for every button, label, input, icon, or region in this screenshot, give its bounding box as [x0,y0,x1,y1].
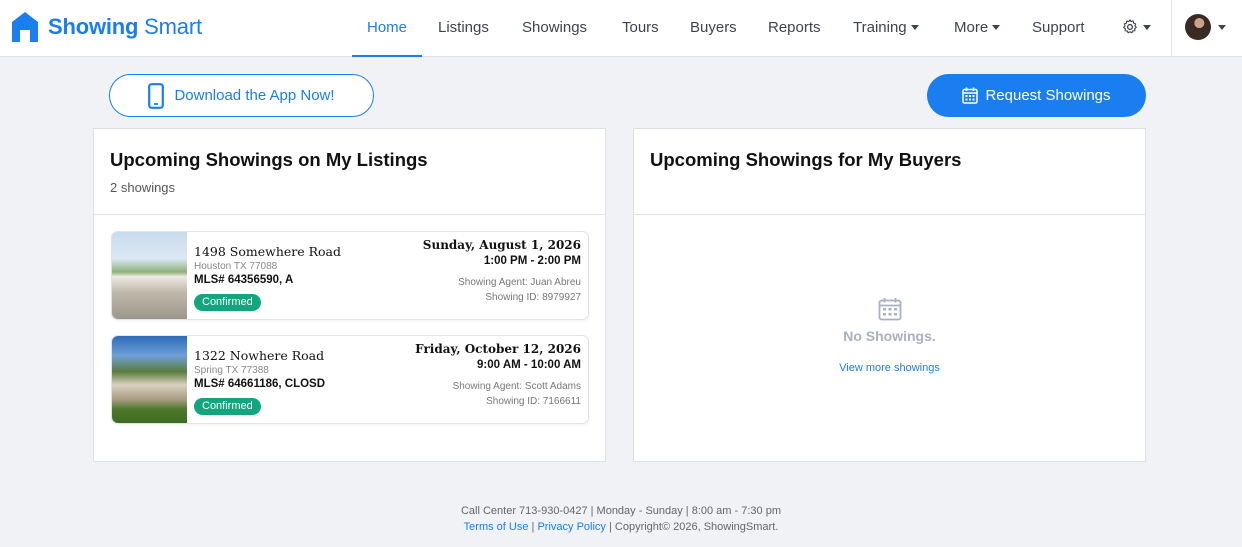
panel-divider [94,214,605,215]
chevron-down-icon [1143,24,1151,30]
mls-number: MLS# 64661186, CLOSD [194,378,326,390]
property-address: 1498 Somewhere Road [194,244,342,259]
property-photo [112,232,187,319]
nav-support-label: Support [1032,19,1085,36]
terms-of-use-link[interactable]: Terms of Use [464,521,529,533]
status-badge: Confirmed [194,398,261,415]
chevron-down-icon [910,24,919,30]
logo[interactable]: Showing Smart [10,10,202,44]
footer-links: Terms of Use | Privacy Policy | Copyrigh… [0,521,1242,533]
property-city: Spring TX 77388 [194,365,269,376]
listings-showings-panel: Upcoming Showings on My Listings 2 showi… [93,128,606,462]
showing-id: Showing ID: 8979927 [485,292,581,303]
privacy-policy-link[interactable]: Privacy Policy [537,521,605,533]
calendar-icon [878,298,902,321]
nav-more[interactable]: More [954,0,1001,57]
property-photo [112,336,187,423]
nav-reports-label: Reports [768,19,821,36]
nav-training-label: Training [853,19,907,36]
showing-time: 9:00 AM - 10:00 AM [477,359,581,371]
nav-tours-label: Tours [622,19,659,36]
showing-agent: Showing Agent: Juan Abreu [458,277,581,288]
nav-more-label: More [954,19,989,36]
request-showings-button[interactable]: Request Showings [927,74,1146,117]
nav-listings[interactable]: Listings [438,0,489,57]
nav-reports[interactable]: Reports [768,0,821,57]
nav-tours[interactable]: Tours [622,0,659,57]
settings-menu[interactable] [1121,0,1151,57]
view-more-showings-link[interactable]: View more showings [634,362,1145,374]
property-address: 1322 Nowhere Road [194,348,325,363]
mls-number: MLS# 64356590, A [194,274,294,286]
showing-date: Sunday, August 1, 2026 [422,238,581,252]
nav-support[interactable]: Support [1032,0,1085,57]
phone-icon [148,82,165,109]
chevron-down-icon [992,24,1001,30]
property-city: Houston TX 77088 [194,261,278,272]
showing-card[interactable]: 1322 Nowhere Road Spring TX 77388 MLS# 6… [111,335,589,424]
gear-icon [1123,19,1137,34]
panel-title: Upcoming Showings on My Listings [110,149,428,170]
showing-id: Showing ID: 7166611 [486,396,581,407]
status-badge: Confirmed [194,294,261,311]
user-avatar[interactable] [1185,14,1211,40]
house-logo-icon [12,12,38,42]
showing-time: 1:00 PM - 2:00 PM [483,255,581,267]
nav-showings-label: Showings [522,19,588,36]
showings-count: 2 showings [110,180,176,195]
panel-title: Upcoming Showings for My Buyers [650,149,962,170]
empty-state-title: No Showings. [843,328,936,344]
nav-listings-label: Listings [438,19,489,36]
showing-date: Friday, October 12, 2026 [415,342,581,356]
chevron-down-icon [1218,24,1226,30]
nav-training[interactable]: Training [853,0,919,57]
calendar-icon [962,87,979,104]
download-app-button[interactable]: Download the App Now! [109,74,374,117]
footer-copyright: | Copyright© 2026, ShowingSmart. [605,521,779,533]
top-navbar: Showing Smart Home Listings Showings Tou… [0,0,1242,57]
showing-card[interactable]: 1498 Somewhere Road Houston TX 77088 MLS… [111,231,589,320]
nav-buyers-label: Buyers [690,19,737,36]
request-showings-label: Request Showings [985,87,1111,104]
nav-buyers[interactable]: Buyers [690,0,737,57]
panel-divider [634,214,1145,215]
nav-home[interactable]: Home [352,0,422,57]
download-app-label: Download the App Now! [174,87,335,104]
logo-text: Showing Smart [48,14,202,39]
nav-showings[interactable]: Showings [522,0,587,57]
nav-divider [1171,0,1172,57]
nav-home-label: Home [366,19,407,36]
footer-contact: Call Center 713-930-0427 | Monday - Sund… [460,505,781,517]
showing-agent: Showing Agent: Scott Adams [452,381,581,392]
user-menu-toggle[interactable] [1214,0,1226,57]
buyers-showings-panel: Upcoming Showings for My Buyers No Showi… [633,128,1146,462]
